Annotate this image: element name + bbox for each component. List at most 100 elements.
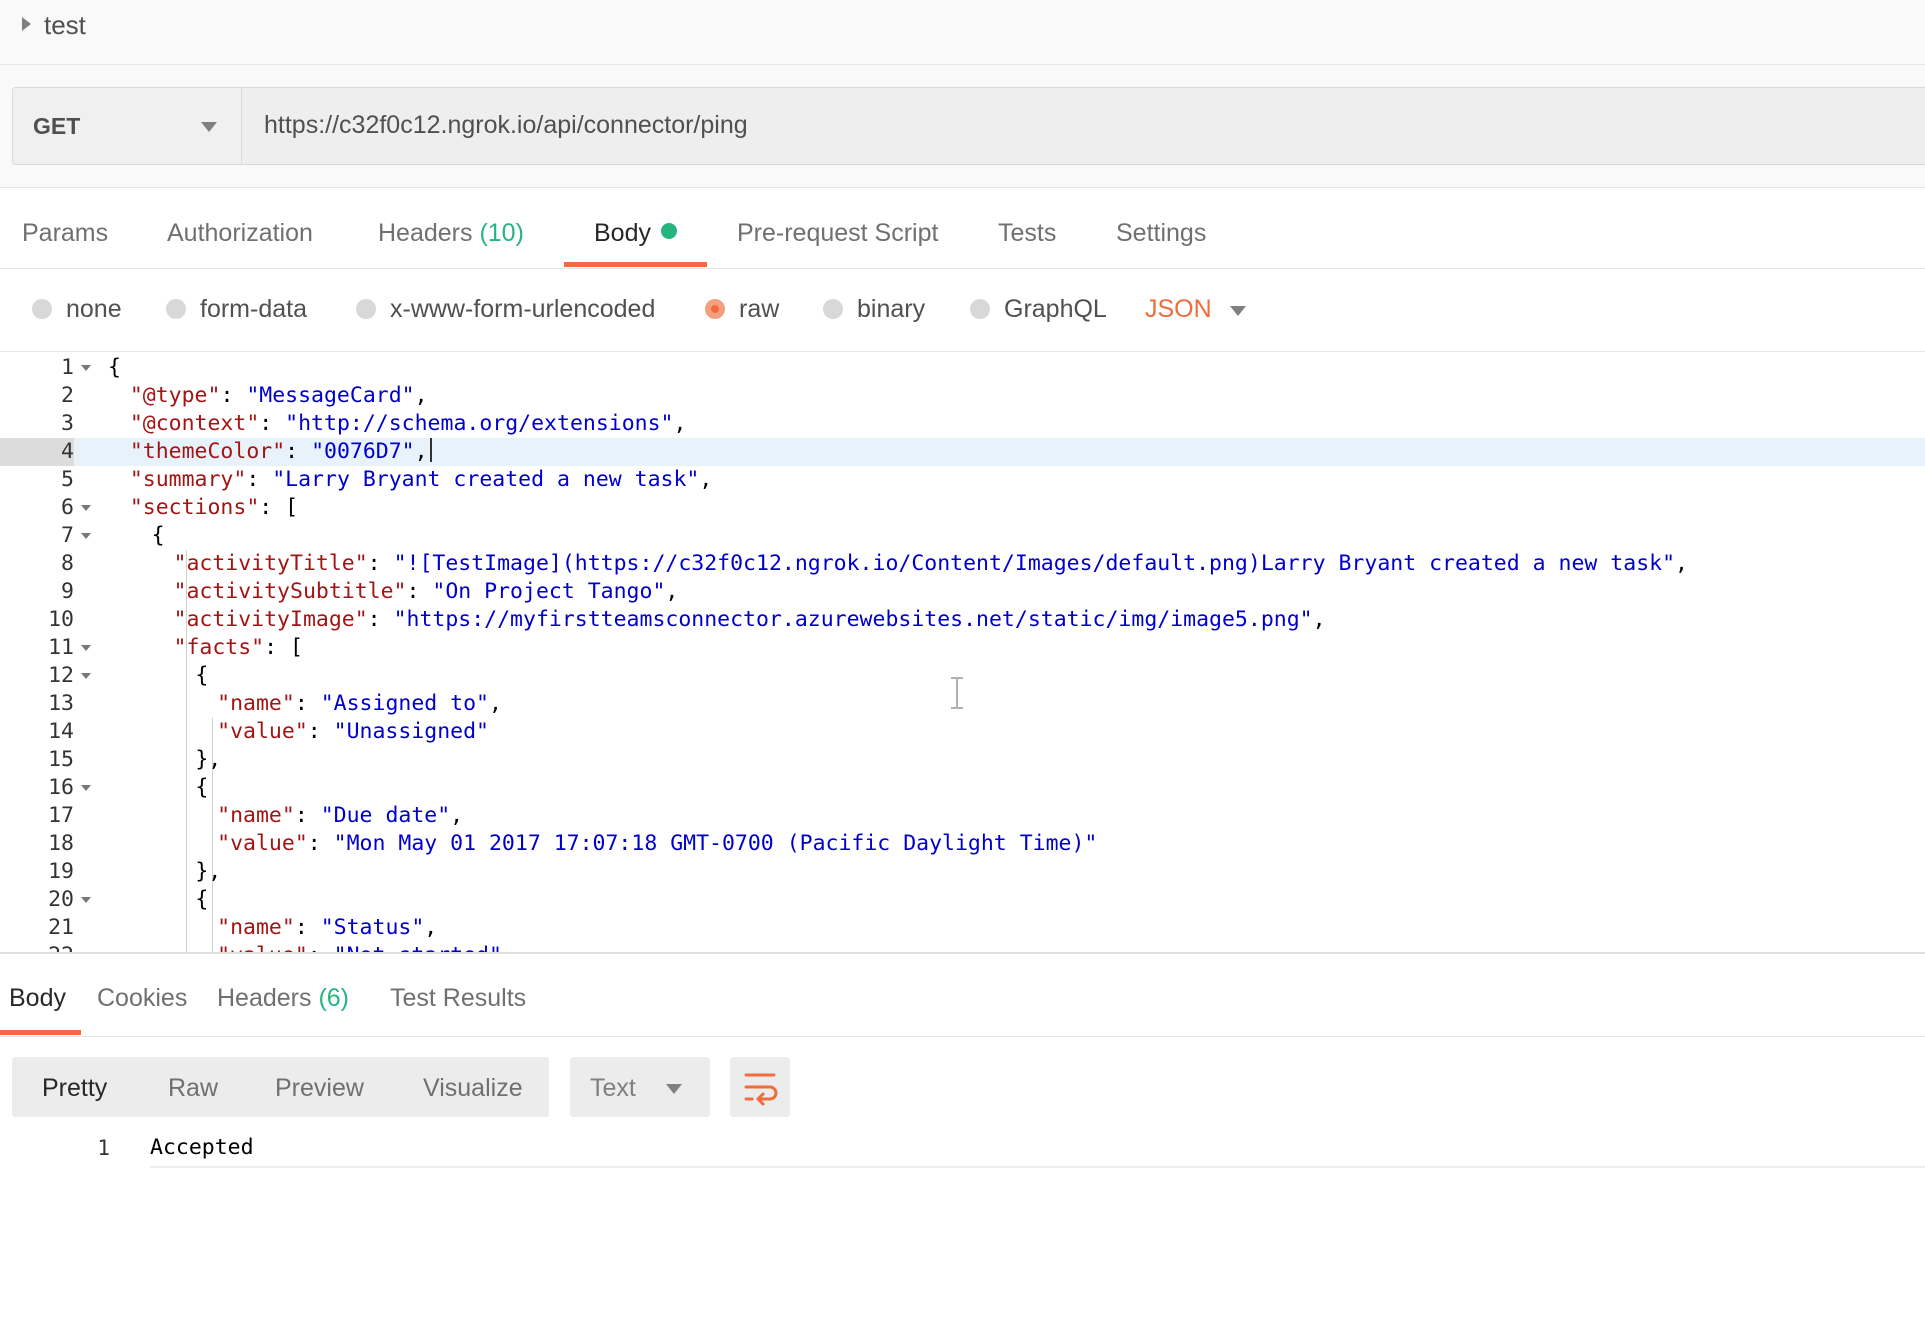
json-punctuation: }, <box>195 747 222 772</box>
content-type-select[interactable]: JSON <box>1145 295 1212 324</box>
code-line[interactable]: 15}, <box>0 746 1925 774</box>
fold-arrow-icon[interactable] <box>81 505 91 511</box>
code-line[interactable]: 17 "name": "Due date", <box>0 802 1925 830</box>
view-visualize-button[interactable]: Visualize <box>423 1074 523 1103</box>
code-line[interactable]: 11 "facts": [ <box>0 634 1925 662</box>
json-key: "activitySubtitle" <box>173 579 407 604</box>
code-line[interactable]: 22 "value": "Not started" <box>0 942 1925 952</box>
radio-binary[interactable]: binary <box>823 295 925 324</box>
response-format-select[interactable]: Text <box>570 1057 710 1117</box>
radio-urlencoded[interactable]: x-www-form-urlencoded <box>356 295 655 324</box>
code-text: "value": "Mon May 01 2017 17:07:18 GMT-0… <box>217 830 1097 858</box>
code-line[interactable]: 4 "themeColor": "0076D7", <box>0 438 1925 466</box>
fold-arrow-icon[interactable] <box>81 645 91 651</box>
code-line[interactable]: 16 { <box>0 774 1925 802</box>
code-text: "name": "Due date", <box>217 802 463 830</box>
json-key: "@context" <box>129 411 260 436</box>
code-line[interactable]: 6 "sections": [ <box>0 494 1925 522</box>
line-number: 2 <box>61 383 74 408</box>
radio-circle-icon <box>823 299 843 319</box>
json-key: "value" <box>217 831 308 856</box>
response-body: 1 Accepted <box>0 1130 1925 1170</box>
view-raw-button[interactable]: Raw <box>168 1074 218 1103</box>
tab-body[interactable]: Body <box>594 219 677 248</box>
json-punctuation: : <box>308 943 334 952</box>
tab-tests[interactable]: Tests <box>998 219 1056 248</box>
code-line[interactable]: 9 "activitySubtitle": "On Project Tango", <box>0 578 1925 606</box>
headers-count-badge: (10) <box>479 219 524 247</box>
url-value: https://c32f0c12.ngrok.io/api/connector/… <box>264 111 748 139</box>
code-line[interactable]: 21 "name": "Status", <box>0 914 1925 942</box>
request-url-bar: GET https://c32f0c12.ngrok.io/api/connec… <box>0 65 1925 188</box>
code-line[interactable]: 12 { <box>0 662 1925 690</box>
radio-none[interactable]: none <box>32 295 122 324</box>
view-preview-button[interactable]: Preview <box>275 1074 364 1103</box>
url-input[interactable]: https://c32f0c12.ngrok.io/api/connector/… <box>241 87 1925 165</box>
fold-arrow-icon[interactable] <box>81 365 91 371</box>
json-string: "![TestImage](https://c32f0c12.ngrok.io/… <box>393 551 1676 576</box>
fold-arrow-icon[interactable] <box>81 897 91 903</box>
json-punctuation: , <box>1312 607 1326 632</box>
radio-form-data-label: form-data <box>200 295 307 323</box>
response-line-divider <box>150 1166 1925 1168</box>
tab-response-headers[interactable]: Headers (6) <box>217 984 349 1013</box>
code-line[interactable]: 2 "@type": "MessageCard", <box>0 382 1925 410</box>
code-line[interactable]: 13 "name": "Assigned to", <box>0 690 1925 718</box>
code-line[interactable]: 7{ <box>0 522 1925 550</box>
chevron-down-icon[interactable] <box>1230 306 1246 316</box>
code-line[interactable]: 19}, <box>0 858 1925 886</box>
tab-params[interactable]: Params <box>22 219 108 248</box>
line-number: 4 <box>0 438 74 466</box>
radio-binary-label: binary <box>857 295 926 323</box>
tab-test-results[interactable]: Test Results <box>390 984 526 1013</box>
code-line[interactable]: 3 "@context": "http://schema.org/extensio… <box>0 410 1925 438</box>
radio-graphql[interactable]: GraphQL <box>970 295 1107 324</box>
code-text: "activityTitle": "![TestImage](https://c… <box>174 550 1688 578</box>
response-line-number: 1 <box>97 1136 110 1160</box>
code-line[interactable]: 8 "activityTitle": "![TestImage](https://… <box>0 550 1925 578</box>
json-string: "MessageCard" <box>246 383 415 408</box>
code-line[interactable]: 1{ <box>0 354 1925 382</box>
json-punctuation: { <box>108 355 121 380</box>
code-text: "value": "Unassigned" <box>217 718 489 746</box>
fold-arrow-icon[interactable] <box>81 533 91 539</box>
line-number: 1 <box>61 355 74 380</box>
tab-authorization[interactable]: Authorization <box>167 219 313 248</box>
line-number: 21 <box>48 915 74 940</box>
line-number: 13 <box>48 691 74 716</box>
tab-cookies[interactable]: Cookies <box>97 984 187 1013</box>
response-body-text: Accepted <box>150 1135 254 1160</box>
json-key: "@type" <box>129 383 221 408</box>
fold-arrow-icon[interactable] <box>81 785 91 791</box>
json-punctuation: : <box>406 579 433 604</box>
collection-header: test <box>0 0 1925 65</box>
chevron-down-icon <box>666 1084 682 1094</box>
request-body-editor[interactable]: 1{2 "@type": "MessageCard", 3 "@context": "… <box>0 352 1925 954</box>
radio-form-data[interactable]: form-data <box>166 295 307 324</box>
code-text: { <box>108 354 121 382</box>
body-modified-dot-icon <box>660 223 677 239</box>
method-select[interactable]: GET <box>12 87 241 165</box>
tab-headers[interactable]: Headers (10) <box>378 219 524 248</box>
fold-arrow-icon[interactable] <box>81 673 91 679</box>
code-line[interactable]: 10 "activityImage": "https://myfirstteams… <box>0 606 1925 634</box>
view-pretty-button[interactable]: Pretty <box>42 1074 107 1103</box>
code-line[interactable]: 18 "value": "Mon May 01 2017 17:07:18 GMT… <box>0 830 1925 858</box>
tab-prerequest-script[interactable]: Pre-request Script <box>737 219 938 248</box>
code-text: { <box>195 886 208 914</box>
tab-settings[interactable]: Settings <box>1116 219 1206 248</box>
code-line[interactable]: 20 { <box>0 886 1925 914</box>
tab-response-body[interactable]: Body <box>9 984 66 1013</box>
json-string: "0076D7" <box>311 439 415 464</box>
code-line[interactable]: 5 "summary": "Larry Bryant created a new … <box>0 466 1925 494</box>
json-key: "themeColor" <box>129 439 286 464</box>
method-value: GET <box>33 113 81 139</box>
json-punctuation: { <box>195 887 209 912</box>
radio-raw[interactable]: raw <box>705 295 779 324</box>
radio-circle-icon <box>166 299 186 319</box>
json-string: "https://myfirstteamsconnector.azurewebs… <box>393 607 1313 632</box>
expand-caret-icon[interactable] <box>22 17 31 31</box>
wrap-lines-button[interactable] <box>730 1057 790 1117</box>
code-line[interactable]: 14 "value": "Unassigned" <box>0 718 1925 746</box>
collection-name[interactable]: test <box>44 10 86 41</box>
